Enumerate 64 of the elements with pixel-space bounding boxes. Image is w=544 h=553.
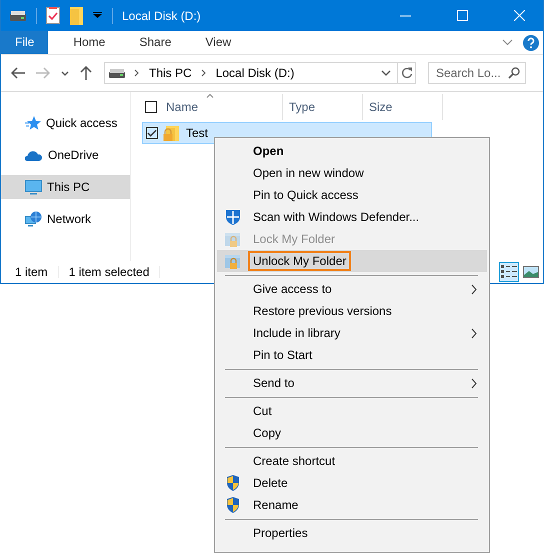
- ribbon-tab[interactable]: File: [1, 31, 48, 54]
- menu-item[interactable]: Properties: [217, 522, 487, 544]
- locked-folder-icon: [224, 253, 241, 269]
- menu-item[interactable]: Delete: [217, 472, 487, 494]
- window-title: Local Disk (D:): [122, 8, 201, 22]
- menu-item[interactable]: Include in library: [217, 322, 487, 344]
- menu-item[interactable]: Pin to Start: [217, 344, 487, 366]
- help-icon[interactable]: [523, 34, 539, 50]
- menu-item[interactable]: Rename: [217, 494, 487, 516]
- menu-item[interactable]: Unlock My Folder: [217, 250, 487, 272]
- sort-caret-icon: [206, 93, 214, 98]
- column-header[interactable]: Type: [283, 94, 363, 120]
- ribbon-tab[interactable]: Share: [122, 31, 188, 54]
- sidebar-item[interactable]: Quick access: [1, 111, 130, 135]
- details-view-button[interactable]: [499, 262, 519, 282]
- status-text: 1 item selected: [68, 265, 150, 279]
- up-arrow-icon[interactable]: [80, 66, 92, 80]
- sidebar-item[interactable]: This PC: [1, 175, 130, 199]
- chevron-icon[interactable]: [61, 70, 69, 76]
- menu-item[interactable]: Send to: [217, 372, 487, 394]
- properties-icon[interactable]: [46, 7, 60, 24]
- menu-item[interactable]: Open in new window: [217, 162, 487, 184]
- chevron-icon[interactable]: [502, 39, 513, 46]
- shield-icon: [224, 209, 240, 225]
- column-header[interactable]: Size: [363, 94, 443, 120]
- menu-item[interactable]: Copy: [217, 422, 487, 444]
- breadcrumb[interactable]: This PC: [149, 66, 192, 80]
- refresh-icon[interactable]: [400, 67, 412, 79]
- menu-item[interactable]: Pin to Quick access: [217, 184, 487, 206]
- chevron-icon[interactable]: [381, 70, 391, 76]
- close-icon[interactable]: [514, 10, 525, 21]
- column-header[interactable]: Name: [160, 94, 283, 120]
- menu-item[interactable]: Scan with Windows Defender...: [217, 206, 487, 228]
- menu-item[interactable]: Cut: [217, 400, 487, 422]
- sidebar-item[interactable]: Network: [1, 207, 130, 231]
- search-icon[interactable]: [508, 67, 520, 79]
- breadcrumb[interactable]: Local Disk (D:): [216, 66, 294, 80]
- shield-icon: [226, 497, 240, 513]
- locked-folder-icon: [224, 231, 241, 247]
- drive-icon[interactable]: [10, 10, 26, 20]
- sidebar-item[interactable]: OneDrive: [1, 143, 130, 167]
- address-bar[interactable]: This PC Local Disk (D:): [104, 62, 416, 84]
- ribbon-tab[interactable]: Home: [56, 31, 122, 54]
- star-icon: [25, 115, 41, 131]
- select-all-checkbox[interactable]: [145, 101, 157, 113]
- network-icon: [25, 211, 42, 227]
- shield-icon: [226, 475, 240, 491]
- menu-item[interactable]: Create shortcut: [217, 450, 487, 472]
- folder-icon[interactable]: [70, 6, 83, 24]
- menu-item[interactable]: Give access to: [217, 278, 487, 300]
- row-checkbox[interactable]: [146, 127, 158, 139]
- chevron-right-icon[interactable]: [134, 69, 139, 77]
- cloud-icon: [25, 150, 43, 160]
- back-arrow-icon[interactable]: [11, 67, 25, 79]
- drive-icon: [109, 68, 125, 78]
- search-field[interactable]: Search Lo...: [428, 62, 526, 84]
- locked-folder-icon: [163, 126, 179, 140]
- maximize-icon[interactable]: [457, 10, 468, 21]
- chevron-right-icon[interactable]: [200, 69, 206, 77]
- dropdown-icon[interactable]: [93, 12, 102, 19]
- menu-item[interactable]: Restore previous versions: [217, 300, 487, 322]
- status-text: 1 item: [15, 265, 48, 279]
- monitor-icon: [25, 180, 42, 194]
- ribbon-tab[interactable]: View: [188, 31, 248, 54]
